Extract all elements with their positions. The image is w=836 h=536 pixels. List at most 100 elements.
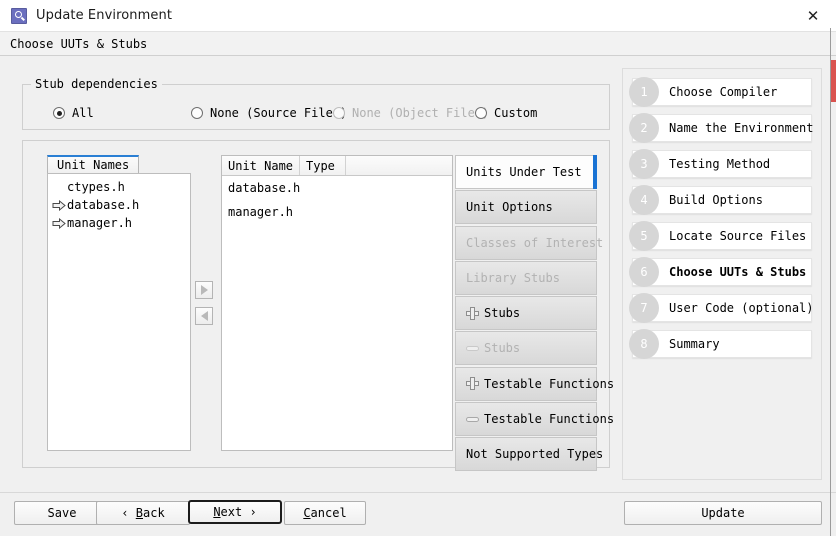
arrow-left-icon (200, 311, 208, 321)
step-number: 5 (629, 221, 659, 251)
cancel-button-label: Cancel (303, 506, 347, 520)
back-button-label: ‹ Back (121, 506, 165, 520)
stub-dependencies-legend: Stub dependencies (31, 77, 162, 91)
radio-all[interactable]: All (53, 106, 94, 120)
magnifier-icon (11, 7, 27, 24)
plus-icon (466, 377, 479, 391)
right-edge-rail (830, 28, 831, 536)
radio-none-source-files[interactable]: None (Source Files) (191, 106, 347, 120)
tab-add-testable-functions[interactable]: Testable Functions (455, 366, 614, 401)
tab-label: Classes of Interest (466, 235, 604, 250)
stub-dependencies-group: Stub dependencies All None (Source Files… (22, 77, 611, 130)
next-button-label: Next › (213, 505, 257, 519)
table-row[interactable]: database.h (222, 176, 452, 200)
radio-none-object-files-label: None (Object Files) (352, 106, 490, 120)
wizard-step-summary[interactable]: 8 Summary (629, 329, 812, 359)
plus-icon (466, 306, 479, 320)
uut-section-tablist: Units Under Test Unit Options Classes of… (455, 155, 614, 472)
tab-label: Stubs (484, 306, 521, 321)
step-number: 1 (629, 77, 659, 107)
step-label: Choose Compiler (669, 85, 778, 99)
radio-all-mark (53, 107, 65, 119)
unit-names-tabstrip: Unit Names (47, 155, 191, 173)
step-label: Summary (669, 337, 720, 351)
edge-status-marker (831, 60, 836, 102)
step-label: Locate Source Files (669, 229, 807, 243)
wizard-step-choose-compiler[interactable]: 1 Choose Compiler (629, 77, 812, 107)
radio-custom[interactable]: Custom (475, 106, 537, 120)
page-subheader: Choose UUTs & Stubs (0, 32, 836, 56)
tab-label: Library Stubs (466, 270, 560, 285)
list-item-label: database.h (67, 198, 140, 212)
selected-units-table[interactable]: Unit Name Type database.h manager.h (221, 155, 453, 451)
update-button[interactable]: Update (624, 501, 822, 525)
list-item[interactable]: manager.h (52, 214, 190, 232)
step-number: 8 (629, 329, 659, 359)
tab-label: Unit Options (466, 200, 553, 215)
radio-none-object-files: None (Object Files) (333, 106, 489, 120)
tab-unit-names[interactable]: Unit Names (47, 155, 140, 173)
unit-names-panel: Unit Names ctypes.h database.h manager.h (47, 155, 191, 451)
list-item-label: ctypes.h (67, 180, 125, 194)
radio-custom-mark (475, 107, 487, 119)
window-title: Update Environment (36, 8, 173, 23)
tab-add-stubs[interactable]: Stubs (455, 296, 597, 331)
tab-classes-of-interest: Classes of Interest (455, 225, 603, 260)
radio-all-label: All (72, 106, 94, 120)
wizard-step-user-code[interactable]: 7 User Code (optional) (629, 293, 814, 323)
left-content-pane: Stub dependencies All None (Source Files… (10, 68, 614, 480)
list-item[interactable]: ctypes.h (52, 178, 190, 196)
wizard-step-name-the-environment[interactable]: 2 Name the Environment (629, 113, 814, 143)
step-number: 3 (629, 149, 659, 179)
save-button-label: Save (47, 506, 77, 520)
step-label: User Code (optional) (669, 301, 814, 315)
tab-label: Units Under Test (466, 165, 582, 179)
unit-names-listbox[interactable]: ctypes.h database.h manager.h (47, 173, 191, 451)
radio-none-object-files-mark (333, 107, 345, 119)
table-row[interactable]: manager.h (222, 200, 452, 224)
list-item-label: manager.h (67, 216, 133, 230)
tab-label: Stubs (484, 341, 521, 356)
step-label: Name the Environment (669, 121, 814, 135)
wizard-step-testing-method[interactable]: 3 Testing Method (629, 149, 812, 179)
radio-none-source-files-mark (191, 107, 203, 119)
step-number: 4 (629, 185, 659, 215)
wizard-step-build-options[interactable]: 4 Build Options (629, 185, 812, 215)
column-header-extra[interactable] (346, 156, 452, 175)
tab-remove-testable-functions[interactable]: Testable Functions (455, 402, 614, 437)
wizard-step-choose-uuts-and-stubs[interactable]: 6 Choose UUTs & Stubs (629, 257, 812, 287)
tab-unit-options[interactable]: Unit Options (455, 190, 597, 225)
back-button[interactable]: ‹ Back (96, 501, 190, 525)
next-button[interactable]: Next › (188, 500, 282, 524)
update-button-label: Update (701, 506, 745, 520)
step-number: 7 (629, 293, 659, 323)
list-item[interactable]: database.h (52, 196, 190, 214)
cell-unit-name: database.h (228, 181, 301, 195)
dialog-footer: Save ‹ Back Next › Cancel Update (0, 492, 836, 536)
tab-not-supported-types[interactable]: Not Supported Types (455, 437, 603, 472)
column-header-type[interactable]: Type (300, 156, 346, 175)
remove-unit-button[interactable] (195, 307, 213, 325)
tab-label: Testable Functions (484, 376, 615, 391)
tab-label: Testable Functions (484, 412, 615, 427)
radio-none-source-files-label: None (Source Files) (210, 106, 348, 120)
step-label: Build Options (669, 193, 763, 207)
minus-icon (466, 413, 479, 426)
tab-label: Not Supported Types (466, 447, 604, 462)
stub-dependencies-radio-row: All None (Source Files) None (Object Fil… (23, 103, 611, 123)
tab-remove-stubs: Stubs (455, 331, 597, 366)
close-icon[interactable]: ✕ (790, 0, 836, 31)
cell-unit-name: manager.h (228, 205, 294, 219)
cancel-button[interactable]: Cancel (284, 501, 366, 525)
add-unit-button[interactable] (195, 281, 213, 299)
uut-selection-panel: Unit Names ctypes.h database.h manager.h… (22, 140, 614, 472)
dialog-body: Stub dependencies All None (Source Files… (0, 56, 836, 492)
step-label: Testing Method (669, 157, 771, 171)
column-header-unit-name[interactable]: Unit Name (222, 156, 300, 175)
step-number: 6 (629, 257, 659, 287)
wizard-step-locate-source-files[interactable]: 5 Locate Source Files (629, 221, 812, 251)
tab-units-under-test[interactable]: Units Under Test (455, 155, 597, 189)
arrow-right-icon (200, 285, 208, 295)
arrow-right-icon (52, 217, 66, 229)
